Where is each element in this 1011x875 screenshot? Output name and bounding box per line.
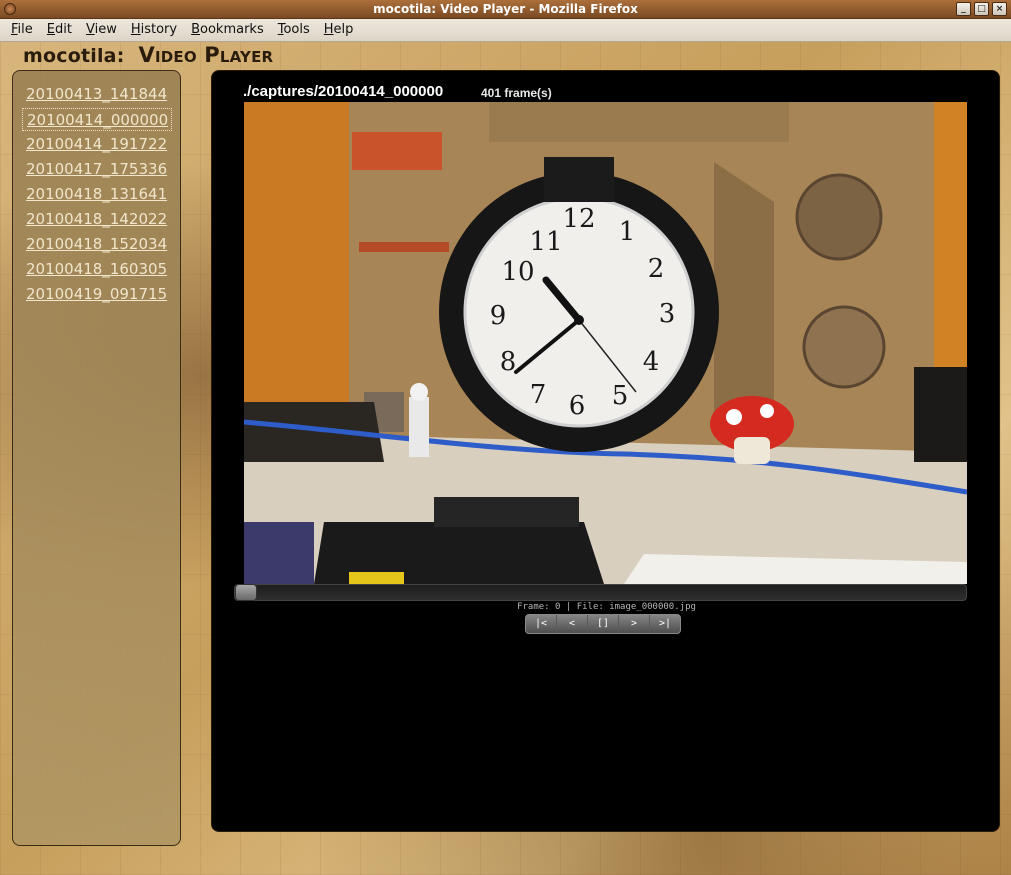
play-pause-button[interactable]: [] xyxy=(588,615,619,633)
svg-text:7: 7 xyxy=(530,380,547,410)
menu-accelerator: H xyxy=(130,22,141,37)
menu-label-rest: ookmarks xyxy=(200,22,264,37)
capture-link[interactable]: 20100414_000000 xyxy=(22,108,172,131)
menu-tools[interactable]: Tools xyxy=(271,19,317,41)
svg-text:1: 1 xyxy=(619,217,636,247)
svg-text:2: 2 xyxy=(648,254,665,284)
capture-link[interactable]: 20100418_152034 xyxy=(25,233,171,256)
capture-link[interactable]: 20100418_131641 xyxy=(25,183,171,206)
seek-handle[interactable] xyxy=(235,584,257,601)
capture-link[interactable]: 20100413_141844 xyxy=(25,83,171,106)
menu-view[interactable]: View xyxy=(79,19,124,41)
site-name: mocotila: xyxy=(23,45,125,67)
frame-count: 401 frame(s) xyxy=(481,86,552,100)
menu-label-rest: ools xyxy=(283,22,310,37)
menu-help[interactable]: Help xyxy=(317,19,361,41)
minimize-button[interactable]: _ xyxy=(956,2,971,16)
menu-file[interactable]: File xyxy=(4,19,40,41)
svg-text:8: 8 xyxy=(500,347,517,377)
svg-text:6: 6 xyxy=(569,391,586,421)
prev-frame-button[interactable]: < xyxy=(557,615,588,633)
menu-accelerator: H xyxy=(323,22,334,37)
video-frame[interactable]: 12 1 2 3 4 5 6 7 8 9 10 11 xyxy=(244,102,967,584)
capture-link[interactable]: 20100418_160305 xyxy=(25,258,171,281)
capture-link[interactable]: 20100419_091715 xyxy=(25,283,171,306)
seek-bar[interactable] xyxy=(234,584,967,601)
capture-path: ./captures/20100414_000000 xyxy=(243,83,444,100)
next-frame-button[interactable]: > xyxy=(619,615,650,633)
svg-text:11: 11 xyxy=(529,227,562,257)
maximize-button[interactable]: □ xyxy=(974,2,989,16)
video-player: ./captures/20100414_000000 401 frame(s) xyxy=(211,70,1000,832)
first-frame-button[interactable]: |< xyxy=(526,615,557,633)
menu-accelerator: V xyxy=(85,22,95,37)
menu-label-rest: ile xyxy=(17,22,33,37)
svg-text:9: 9 xyxy=(490,301,507,331)
last-frame-button[interactable]: >| xyxy=(650,615,680,633)
svg-text:5: 5 xyxy=(612,381,629,411)
menu-label-rest: istory xyxy=(140,22,178,37)
video-frame-image: 12 1 2 3 4 5 6 7 8 9 10 11 xyxy=(244,102,967,584)
playback-controls: |< <[] > >| xyxy=(525,614,681,634)
capture-list: 20100413_141844 20100414_000000 20100414_1… xyxy=(12,70,181,846)
close-button[interactable]: × xyxy=(992,2,1007,16)
menu-label-rest: iew xyxy=(94,22,117,37)
menu-history[interactable]: History xyxy=(124,19,184,41)
svg-text:4: 4 xyxy=(643,347,660,377)
menu-label-rest: elp xyxy=(333,22,354,37)
svg-text:3: 3 xyxy=(659,299,676,329)
menu-label-rest: dit xyxy=(55,22,72,37)
capture-link[interactable]: 20100417_175336 xyxy=(25,158,171,181)
window-menu-icon[interactable] xyxy=(4,3,16,15)
capture-link[interactable]: 20100418_142022 xyxy=(25,208,171,231)
frame-status: Frame: 0 | File: image_000000.jpg xyxy=(517,602,696,612)
menu-accelerator: B xyxy=(191,22,201,37)
menu-accelerator: E xyxy=(46,22,55,37)
page-content: mocotila: Video Player 20100413_141844 201… xyxy=(0,42,1011,875)
svg-text:10: 10 xyxy=(501,257,534,287)
menubar: File Edit View History Bookmarks Tools Help xyxy=(0,19,1011,42)
menu-edit[interactable]: Edit xyxy=(40,19,79,41)
page-name: Video Player xyxy=(138,43,274,67)
capture-link[interactable]: 20100414_191722 xyxy=(25,133,171,156)
window-title: mocotila: Video Player - Mozilla Firefox xyxy=(373,2,638,16)
page-title: mocotila: Video Player xyxy=(23,42,273,68)
svg-text:12: 12 xyxy=(562,204,595,234)
menu-bookmarks[interactable]: Bookmarks xyxy=(184,19,271,41)
window-titlebar[interactable]: mocotila: Video Player - Mozilla Firefox… xyxy=(0,0,1011,19)
